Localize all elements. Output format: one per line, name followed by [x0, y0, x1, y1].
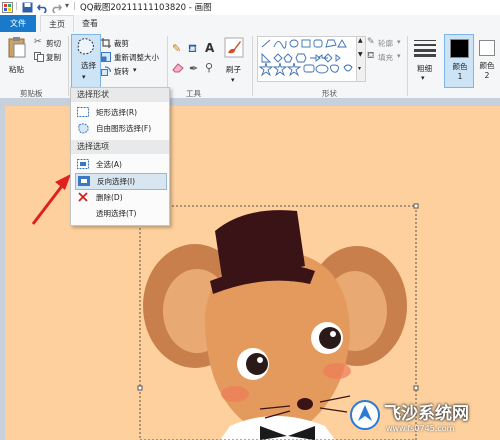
fill-button[interactable]: ⛾ 填充 ▾	[367, 51, 403, 63]
fill-bucket-icon[interactable]: ⛾	[188, 42, 197, 57]
divider: |	[73, 1, 76, 10]
color1-swatch	[450, 39, 469, 58]
chevron-down-icon: ▾	[397, 52, 401, 60]
text-tool-icon[interactable]: A	[205, 41, 214, 55]
color1-label: 颜色 1	[452, 62, 468, 81]
customize-toolbar-icon[interactable]: ▾	[65, 1, 69, 10]
menu-item-select-all[interactable]: 全选(A)	[75, 157, 165, 172]
tab-home[interactable]: 主页	[40, 15, 74, 33]
brushes-label: 刷子	[226, 65, 241, 74]
chevron-down-icon: ▾	[133, 66, 137, 74]
paint-app-icon	[2, 2, 13, 13]
chevron-down-icon: ▾	[82, 73, 86, 81]
invert-selection-icon	[78, 176, 90, 186]
rotate-icon	[101, 66, 111, 76]
section-select-shape: 选择形状	[71, 88, 169, 102]
menu-item-transparent-select[interactable]: 透明选择(T)	[75, 206, 165, 221]
resize-button[interactable]: 重新调整大小	[101, 51, 165, 63]
color-picker-icon[interactable]: ✒	[189, 62, 198, 75]
ribbon-tab-bar: 文件 主页 查看	[0, 15, 500, 33]
paste-icon	[8, 37, 26, 58]
crop-label: 裁剪	[114, 39, 129, 48]
brushes-button[interactable]: 刷子 ▾	[220, 36, 248, 86]
group-separator	[252, 36, 253, 96]
crop-icon	[101, 38, 111, 48]
chevron-down-icon: ▾	[231, 76, 235, 84]
magnifier-icon[interactable]: ⚲	[205, 61, 213, 74]
scissors-icon: ✂	[34, 37, 42, 47]
size-label: 粗细	[417, 64, 432, 73]
paste-button[interactable]: 粘贴	[4, 36, 32, 86]
color2-button[interactable]: 颜色 2	[474, 36, 500, 86]
cut-label: 剪切	[46, 39, 61, 48]
expand-gallery-icon[interactable]: ▾	[358, 65, 361, 72]
watermark-url: www.fs0745.com	[386, 424, 455, 433]
brush-icon	[224, 37, 244, 58]
outline-label: 轮廓	[378, 39, 393, 48]
color2-swatch	[479, 40, 495, 56]
color2-label: 颜色 2	[479, 61, 495, 80]
menu-item-invert-selection[interactable]: 反向选择(I)	[75, 173, 167, 190]
chevron-down-icon: ▾	[421, 74, 425, 82]
scroll-down-icon[interactable]: ▼	[358, 51, 363, 58]
paste-label: 粘贴	[9, 65, 24, 74]
group-separator	[68, 36, 69, 96]
menu-item-rect-select[interactable]: 矩形选择(R)	[75, 105, 165, 120]
menu-item-label: 全选(A)	[96, 160, 122, 169]
redo-icon[interactable]	[51, 2, 62, 13]
freeform-select-icon	[78, 123, 89, 134]
crop-button[interactable]: 裁剪	[101, 37, 141, 49]
select-label: 选择	[81, 61, 96, 70]
scroll-up-icon[interactable]: ▲	[358, 37, 363, 44]
rotate-button[interactable]: 旋转 ▾	[101, 65, 141, 77]
select-icon	[77, 38, 94, 55]
line-width-icon	[414, 40, 436, 57]
group-separator	[407, 36, 408, 96]
rect-select-icon	[77, 107, 89, 117]
select-button[interactable]: 选择 ▾	[71, 34, 101, 88]
menu-item-delete[interactable]: 删除(D)	[75, 190, 165, 205]
watermark: 飞沙系统网 www.fs0745.com	[350, 397, 498, 437]
fill-icon: ⛾	[367, 51, 375, 61]
watermark-text: 飞沙系统网	[384, 404, 469, 424]
tab-file[interactable]: 文件	[0, 15, 36, 32]
resize-label: 重新调整大小	[114, 53, 159, 62]
size-button[interactable]: 粗细 ▾	[410, 36, 440, 86]
select-all-icon	[77, 159, 89, 169]
menu-item-label: 透明选择(T)	[96, 209, 137, 218]
pencil-icon[interactable]: ✎	[172, 42, 181, 55]
copy-button[interactable]: 复制	[34, 51, 66, 63]
shapes-gallery[interactable]	[257, 36, 359, 82]
copy-icon	[34, 52, 44, 62]
select-dropdown-menu: 选择形状 矩形选择(R) 自由图形选择(F) 选择选项 全选(A) 反向选择(I…	[70, 87, 170, 226]
menu-item-label: 删除(D)	[96, 193, 123, 202]
outline-icon: ✎	[367, 37, 375, 47]
fill-label: 填充	[378, 53, 393, 62]
copy-label: 复制	[46, 53, 61, 62]
save-icon[interactable]	[22, 2, 33, 13]
window-title: QQ截图20211111103820 - 画图	[80, 3, 212, 13]
cut-button[interactable]: ✂ 剪切	[34, 37, 66, 49]
menu-item-freeform-select[interactable]: 自由图形选择(F)	[75, 121, 165, 136]
title-bar: | ▾ | QQ截图20211111103820 - 画图	[0, 0, 500, 15]
menu-item-label: 反向选择(I)	[97, 177, 136, 186]
tab-view[interactable]: 查看	[74, 15, 106, 32]
eraser-icon[interactable]	[172, 63, 184, 73]
chevron-down-icon: ▾	[397, 38, 401, 46]
menu-item-label: 矩形选择(R)	[96, 108, 138, 117]
undo-icon[interactable]	[37, 2, 48, 13]
delete-x-icon	[78, 192, 88, 202]
outline-button[interactable]: ✎ 轮廓 ▾	[367, 37, 403, 49]
shapes-palette	[258, 39, 353, 77]
menu-item-label: 自由图形选择(F)	[96, 124, 152, 133]
shapes-scrollbar[interactable]: ▲ ▼ ▾	[356, 36, 366, 82]
section-select-options: 选择选项	[71, 140, 169, 154]
color1-button[interactable]: 颜色 1	[444, 34, 474, 88]
divider: |	[15, 1, 18, 10]
resize-icon	[101, 52, 111, 62]
watermark-logo-icon	[350, 400, 380, 430]
rotate-label: 旋转	[114, 67, 129, 76]
